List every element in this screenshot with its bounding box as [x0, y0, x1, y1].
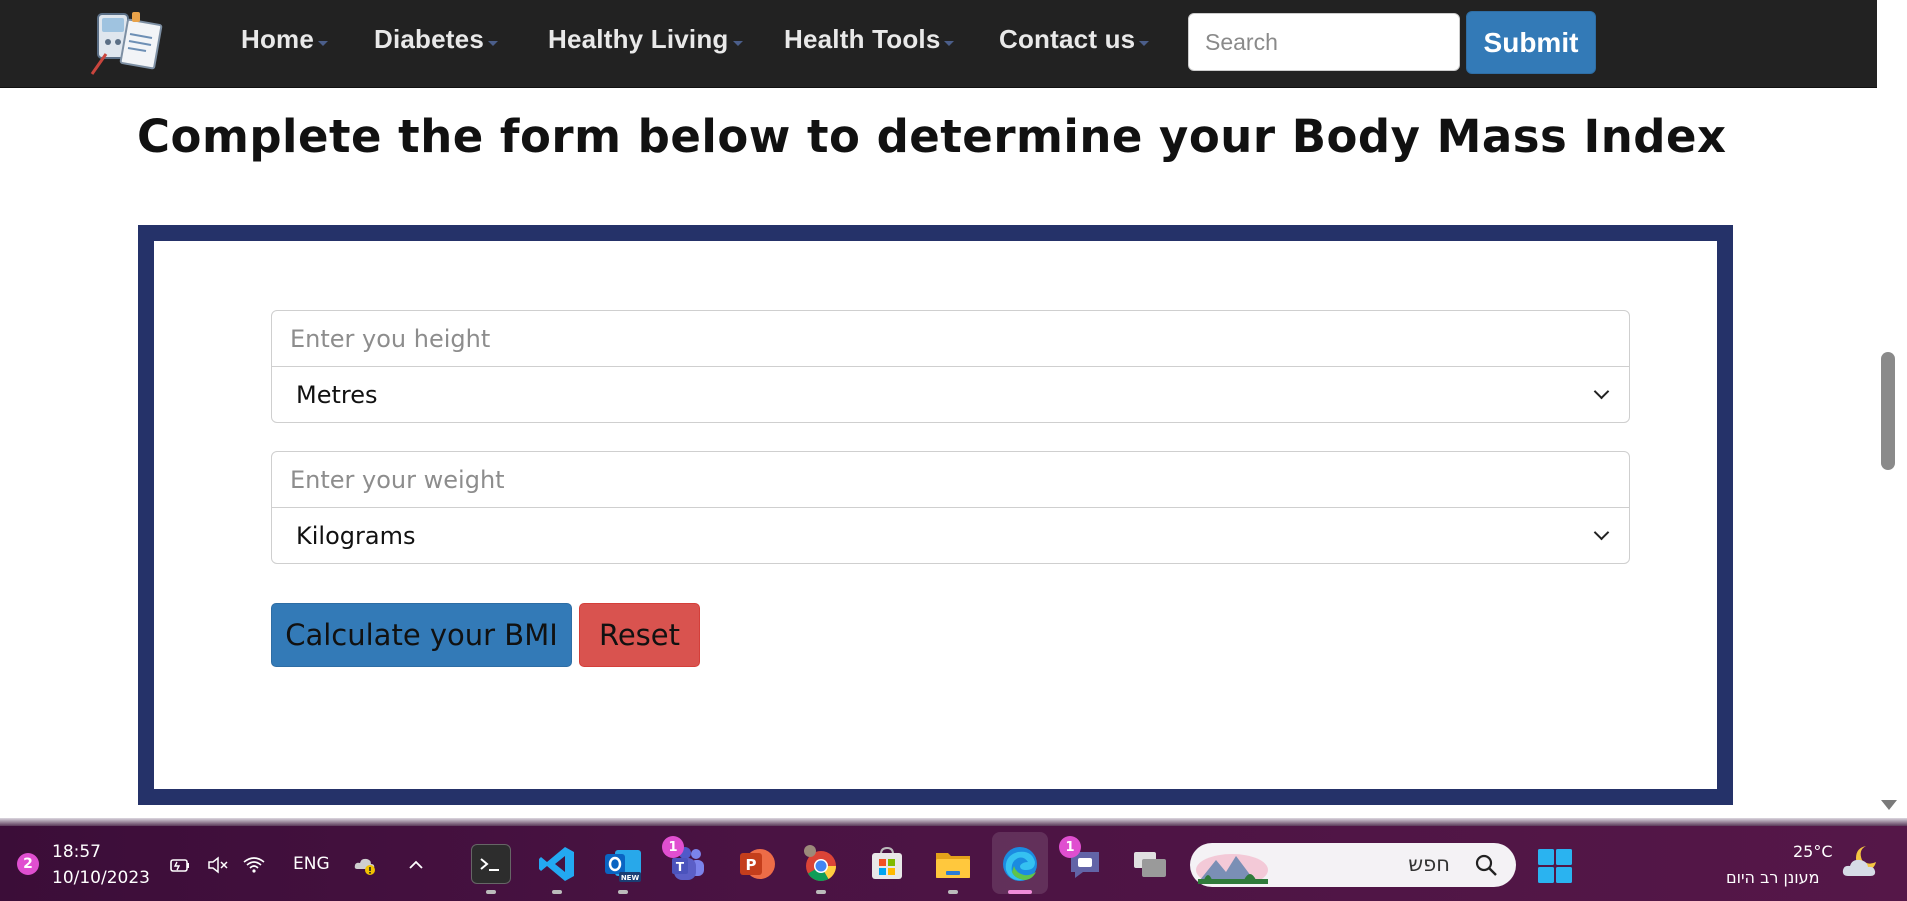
teams-badge: 1: [662, 836, 684, 858]
language-indicator[interactable]: ENG: [293, 854, 330, 874]
page-title: Complete the form below to determine you…: [137, 110, 1727, 163]
chat-icon[interactable]: 1: [1059, 836, 1105, 884]
chevron-down-icon: [1593, 524, 1610, 541]
taskbar-search-box[interactable]: חפש: [1190, 843, 1516, 887]
volume-muted-icon[interactable]: [206, 854, 230, 876]
nav-diabetes[interactable]: Diabetes: [374, 22, 498, 56]
clock-date[interactable]: 10/10/2023: [52, 868, 150, 888]
nav-home[interactable]: Home: [241, 22, 329, 56]
nav-diabetes-label: Diabetes: [374, 23, 484, 54]
reset-button[interactable]: Reset: [579, 603, 700, 667]
chevron-down-icon: [732, 40, 743, 46]
weight-unit-value: Kilograms: [296, 521, 416, 550]
weight-unit-select[interactable]: Kilograms: [271, 507, 1630, 564]
weather-description[interactable]: מעונן רב היום: [1726, 868, 1819, 887]
nav-healthy-living-label: Healthy Living: [548, 23, 729, 54]
app-running-indicator: [948, 890, 958, 894]
search-input[interactable]: [1188, 13, 1460, 71]
web-page: Home Diabetes Healthy Living Health Tool…: [0, 0, 1877, 818]
nav-contact-us[interactable]: Contact us: [999, 22, 1150, 56]
app-running-indicator: [816, 890, 826, 894]
navbar: Home Diabetes Healthy Living Health Tool…: [0, 0, 1877, 88]
battery-saver-icon[interactable]: [168, 854, 192, 876]
windows-start-icon[interactable]: [1537, 848, 1573, 884]
vscode-icon[interactable]: [537, 844, 577, 884]
task-view-icon[interactable]: [1130, 844, 1170, 884]
notification-badge[interactable]: 2: [17, 853, 39, 875]
edge-icon[interactable]: [1000, 844, 1040, 884]
file-explorer-icon[interactable]: [933, 844, 973, 884]
terminal-icon[interactable]: [471, 844, 511, 884]
nav-contact-us-label: Contact us: [999, 23, 1136, 54]
chevron-up-icon[interactable]: [404, 854, 428, 876]
powerpoint-icon[interactable]: P: [736, 844, 776, 884]
chevron-down-icon: [1593, 383, 1610, 400]
app-running-indicator: [618, 890, 628, 894]
nav-healthy-living[interactable]: Healthy Living: [548, 22, 743, 56]
nav-health-tools-label: Health Tools: [784, 23, 941, 54]
taskbar-search-text: חפש: [1408, 852, 1450, 876]
svg-text:NEW: NEW: [621, 874, 640, 882]
height-input-placeholder: Enter you height: [290, 324, 491, 353]
height-unit-value: Metres: [296, 380, 378, 409]
submit-button[interactable]: Submit: [1466, 11, 1596, 74]
chevron-down-icon: [487, 40, 498, 46]
weight-input[interactable]: Enter your weight: [271, 451, 1630, 508]
height-input[interactable]: Enter you height: [271, 310, 1630, 367]
weather-cloudy-night-icon[interactable]: [1840, 842, 1884, 882]
app-active-indicator: [1008, 890, 1032, 894]
chevron-down-icon: [318, 40, 329, 46]
onedrive-warning-icon[interactable]: [353, 854, 377, 876]
calculate-bmi-button[interactable]: Calculate your BMI: [271, 603, 572, 667]
microsoft-store-icon[interactable]: [867, 844, 907, 884]
teams-icon[interactable]: 1 T: [662, 836, 708, 884]
bmi-form-panel: Enter you height Metres Enter your weigh…: [138, 225, 1733, 805]
height-unit-select[interactable]: Metres: [271, 366, 1630, 423]
app-running-indicator: [552, 890, 562, 894]
svg-text:P: P: [746, 856, 757, 874]
nav-home-label: Home: [241, 23, 315, 54]
scroll-down-arrow-icon[interactable]: [1881, 800, 1897, 810]
page-scrollbar[interactable]: [1877, 0, 1907, 818]
scrollbar-thumb[interactable]: [1881, 352, 1895, 470]
windows-taskbar: 2 18:57 10/10/2023 ENG NEW 1 T P 1 חפש 2…: [0, 826, 1907, 901]
svg-text:T: T: [676, 860, 685, 874]
app-running-indicator: [486, 890, 496, 894]
chevron-down-icon: [1139, 40, 1150, 46]
nav-health-tools[interactable]: Health Tools: [784, 22, 955, 56]
chevron-down-icon: [944, 40, 955, 46]
weather-temperature[interactable]: 25°C: [1793, 842, 1833, 861]
chrome-icon[interactable]: [801, 844, 841, 884]
weight-input-placeholder: Enter your weight: [290, 465, 505, 494]
clock-time[interactable]: 18:57: [52, 842, 101, 862]
search-icon: [1475, 854, 1497, 876]
outlook-new-icon[interactable]: NEW: [603, 844, 643, 884]
wifi-icon[interactable]: [242, 854, 266, 876]
site-logo-icon[interactable]: [88, 8, 174, 78]
chat-badge: 1: [1059, 836, 1081, 858]
search-highlight-icon: [1196, 854, 1268, 884]
